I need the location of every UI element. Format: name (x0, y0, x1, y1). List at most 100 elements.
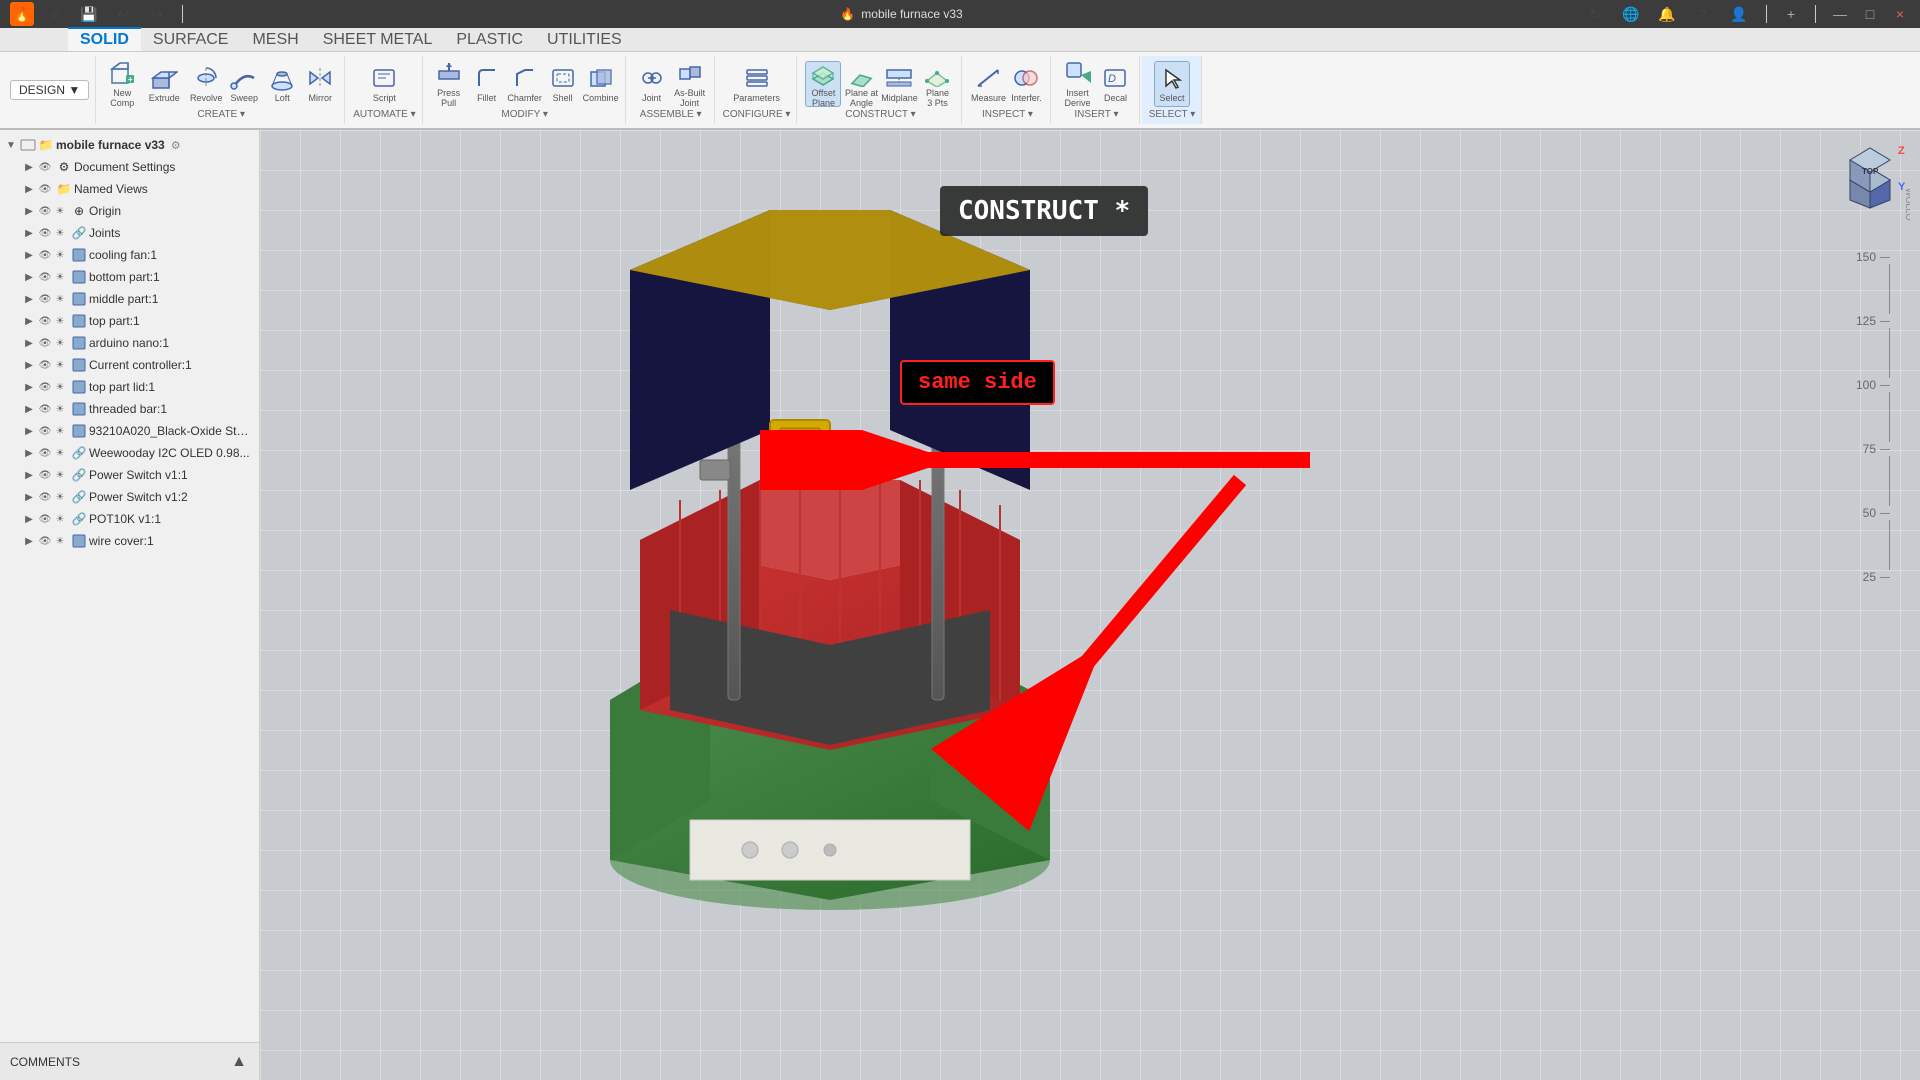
expand-origin[interactable]: ▶ (22, 204, 36, 218)
expand-middle[interactable]: ▶ (22, 292, 36, 306)
tree-item-cooling-fan[interactable]: ▶ 👁 ☀ cooling fan:1 (0, 244, 259, 266)
light-icon[interactable]: ☀ (53, 248, 67, 262)
light-icon[interactable]: ☀ (53, 380, 67, 394)
select-section-label[interactable]: SELECT ▾ (1149, 109, 1196, 120)
expand-doc[interactable]: ▶ (22, 160, 36, 174)
tree-item-pot10k[interactable]: ▶ 👁 ☀ 🔗 POT10K v1:1 (0, 508, 259, 530)
profile-btn[interactable]: 👤 (1726, 3, 1752, 25)
tree-item-arduino[interactable]: ▶ 👁 ☀ arduino nano:1 (0, 332, 259, 354)
light-icon[interactable]: ☀ (53, 270, 67, 284)
light-icon[interactable]: ☀ (53, 446, 67, 460)
eye-icon[interactable]: 👁 (38, 160, 52, 174)
tree-item-top-lid[interactable]: ▶ 👁 ☀ top part lid:1 (0, 376, 259, 398)
expand-top[interactable]: ▶ (22, 314, 36, 328)
tab-mesh[interactable]: MESH (240, 27, 310, 51)
eye-icon[interactable]: 👁 (38, 380, 52, 394)
expand-views[interactable]: ▶ (22, 182, 36, 196)
extrude-btn[interactable]: Extrude (142, 61, 186, 107)
shell-btn[interactable]: Shell (545, 61, 581, 107)
press-pull-btn[interactable]: PressPull (431, 61, 467, 107)
joint-btn[interactable]: Joint (634, 61, 670, 107)
expand-weew[interactable]: ▶ (22, 446, 36, 460)
close-btn[interactable]: × (1890, 6, 1910, 22)
tree-root-expand[interactable]: ▼ (4, 138, 18, 152)
tree-item-wire-cover[interactable]: ▶ 👁 ☀ wire cover:1 (0, 530, 259, 552)
new-component-btn[interactable]: + NewComp (104, 61, 140, 107)
eye-icon[interactable]: 👁 (38, 248, 52, 262)
eye-icon[interactable]: 👁 (38, 204, 52, 218)
tree-item-middle-part[interactable]: ▶ 👁 ☀ middle part:1 (0, 288, 259, 310)
plane-at-angle-btn[interactable]: Plane atAngle (843, 61, 879, 107)
eye-icon[interactable]: 👁 (38, 534, 52, 548)
tree-root[interactable]: ▼ 📁 mobile furnace v33 ⚙ (0, 134, 259, 156)
light-icon[interactable]: ☀ (53, 204, 67, 218)
tree-item-bottom-part[interactable]: ▶ 👁 ☀ bottom part:1 (0, 266, 259, 288)
configure-section-label[interactable]: CONFIGURE ▾ (723, 109, 791, 120)
tree-item-threaded-bar[interactable]: ▶ 👁 ☀ threaded bar:1 (0, 398, 259, 420)
tree-item-weewooday[interactable]: ▶ 👁 ☀ 🔗 Weewooday I2C OLED 0.98... (0, 442, 259, 464)
light-icon[interactable]: ☀ (53, 226, 67, 240)
eye-icon[interactable]: 👁 (38, 424, 52, 438)
tab-plastic[interactable]: PLASTIC (444, 27, 535, 51)
eye-icon[interactable]: 👁 (38, 402, 52, 416)
sweep-btn[interactable]: Sweep (226, 61, 262, 107)
light-icon[interactable]: ☀ (53, 402, 67, 416)
expand-ps2[interactable]: ▶ (22, 490, 36, 504)
expand-93210[interactable]: ▶ (22, 424, 36, 438)
home-btn[interactable]: ⌂ (195, 3, 221, 25)
fillet-btn[interactable]: Fillet (469, 61, 505, 107)
mirror-btn[interactable]: Mirror (302, 61, 338, 107)
light-icon[interactable]: ☀ (53, 292, 67, 306)
tab-sheet-metal[interactable]: SHEET METAL (311, 27, 445, 51)
parameters-btn[interactable]: Parameters (739, 61, 775, 107)
tab-utilities[interactable]: UTILITIES (535, 27, 634, 51)
interference-btn[interactable]: Interfer. (1008, 61, 1044, 107)
redo-btn[interactable]: ↪ (144, 3, 170, 25)
tree-item-current-ctrl[interactable]: ▶ 👁 ☀ Current controller:1 (0, 354, 259, 376)
minimize-btn[interactable]: — (1830, 6, 1850, 22)
tab-solid[interactable]: SOLID (68, 27, 141, 51)
offset-plane-btn[interactable]: OffsetPlane (805, 61, 841, 107)
eye-icon[interactable]: 👁 (38, 314, 52, 328)
loft-btn[interactable]: Loft (264, 61, 300, 107)
modify-section-label[interactable]: MODIFY ▾ (501, 109, 548, 120)
light-icon[interactable]: ☀ (53, 534, 67, 548)
light-icon[interactable]: ☀ (53, 336, 67, 350)
insert-section-label[interactable]: INSERT ▾ (1074, 109, 1118, 120)
as-built-joint-btn[interactable]: As-BuiltJoint (672, 61, 708, 107)
bell-btn[interactable]: 🔔 (1654, 3, 1680, 25)
expand-toplid[interactable]: ▶ (22, 380, 36, 394)
expand-ctrl[interactable]: ▶ (22, 358, 36, 372)
view-cube[interactable]: Z Y TOP WOLLOB (1830, 140, 1910, 220)
inspect-section-label[interactable]: INSPECT ▾ (982, 109, 1033, 120)
expand-ps1[interactable]: ▶ (22, 468, 36, 482)
tree-item-doc-settings[interactable]: ▶ 👁 ⚙ Document Settings (0, 156, 259, 178)
eye-icon[interactable]: 👁 (38, 270, 52, 284)
expand-bottom[interactable]: ▶ (22, 270, 36, 284)
design-dropdown-btn[interactable]: DESIGN ▼ (10, 80, 89, 100)
create-section-label[interactable]: CREATE ▾ (197, 109, 245, 120)
decal-btn[interactable]: D Decal (1097, 61, 1133, 107)
tree-item-joints[interactable]: ▶ 👁 ☀ 🔗 Joints (0, 222, 259, 244)
save-btn[interactable]: 💾 (76, 3, 102, 25)
expand-bar[interactable]: ▶ (22, 402, 36, 416)
combine-btn[interactable]: Combine (583, 61, 619, 107)
eye-icon[interactable]: 👁 (38, 446, 52, 460)
light-icon[interactable]: ☀ (53, 424, 67, 438)
refresh-btn[interactable]: ↻ (1582, 3, 1608, 25)
select-btn[interactable]: Select (1154, 61, 1190, 107)
automate-section-label[interactable]: AUTOMATE ▾ (353, 109, 415, 120)
tab-surface[interactable]: SURFACE (141, 27, 241, 51)
light-icon[interactable]: ☀ (53, 314, 67, 328)
expand-pot[interactable]: ▶ (22, 512, 36, 526)
eye-icon[interactable]: 👁 (38, 468, 52, 482)
construct-section-label[interactable]: CONSTRUCT ▾ (845, 109, 915, 120)
new-tab-btn[interactable]: + (1781, 6, 1801, 22)
eye-icon[interactable]: 👁 (38, 512, 52, 526)
midplane-btn[interactable]: Midplane (881, 61, 917, 107)
globe-btn[interactable]: 🌐 (1618, 3, 1644, 25)
light-icon[interactable]: ☀ (53, 512, 67, 526)
light-icon[interactable]: ☀ (53, 358, 67, 372)
light-icon[interactable]: ☀ (53, 490, 67, 504)
file-menu-btn[interactable]: ≡ (42, 3, 68, 25)
